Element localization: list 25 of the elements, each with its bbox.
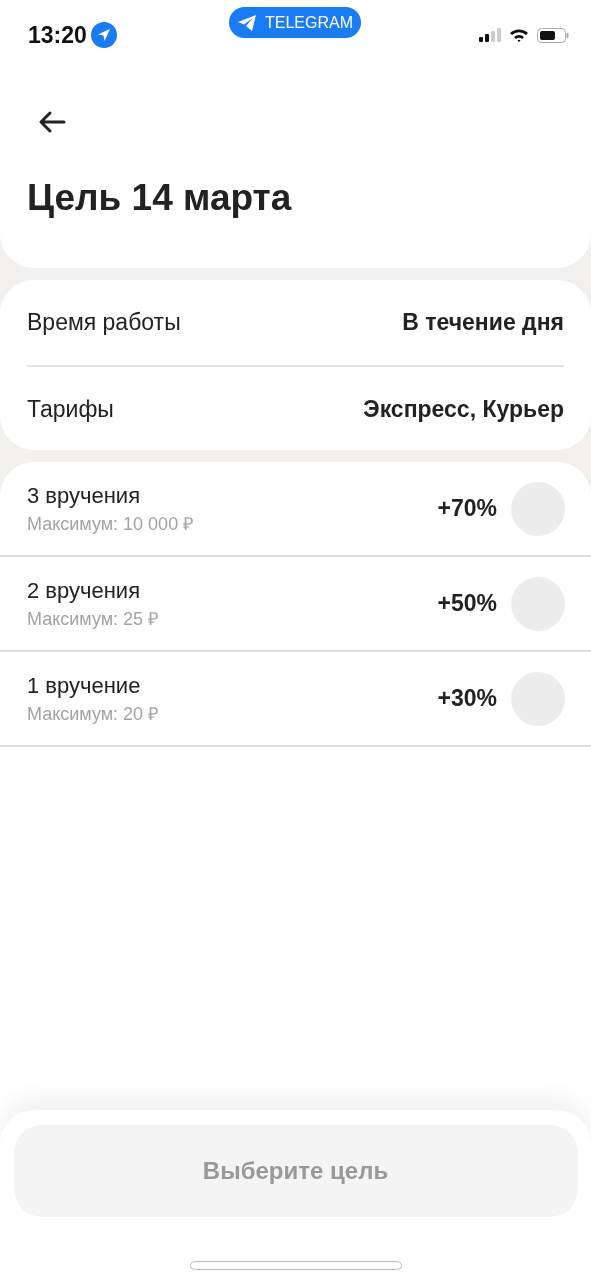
goal-title: 2 вручения xyxy=(27,577,142,604)
goal-bonus: +70% xyxy=(437,495,497,522)
goal-option[interactable]: 3 вручения Максимум: 10 000 ₽ +70% xyxy=(0,462,591,557)
page-title: Цель 14 марта xyxy=(27,176,293,220)
info-label: Время работы xyxy=(27,309,181,336)
battery-icon xyxy=(537,27,569,43)
goal-title: 3 вручения xyxy=(27,482,142,509)
goal-limit: Максимум: 20 ₽ xyxy=(27,702,160,725)
telegram-pill[interactable]: TELEGRAM xyxy=(229,7,361,38)
info-value: Экспресс, Курьер xyxy=(363,396,564,423)
info-label: Тарифы xyxy=(27,396,114,423)
wifi-icon xyxy=(509,28,529,42)
paper-plane-icon xyxy=(237,13,257,32)
goal-limit: Максимум: 10 000 ₽ xyxy=(27,512,195,535)
goal-bonus: +30% xyxy=(437,685,497,712)
goal-option[interactable]: 1 вручение Максимум: 20 ₽ +30% xyxy=(0,652,591,747)
goal-bonus: +50% xyxy=(437,590,497,617)
back-arrow-icon xyxy=(38,110,66,134)
goal-title: 1 вручение xyxy=(27,672,142,699)
info-value: В течение дня xyxy=(402,309,564,336)
goal-option[interactable]: 2 вручения Максимум: 25 ₽ +50% xyxy=(0,557,591,652)
app-name: TELEGRAM xyxy=(265,13,353,32)
signal-icon xyxy=(479,28,501,42)
goal-limit: Максимум: 25 ₽ xyxy=(27,607,160,630)
status-time: 13:20 xyxy=(28,21,87,49)
